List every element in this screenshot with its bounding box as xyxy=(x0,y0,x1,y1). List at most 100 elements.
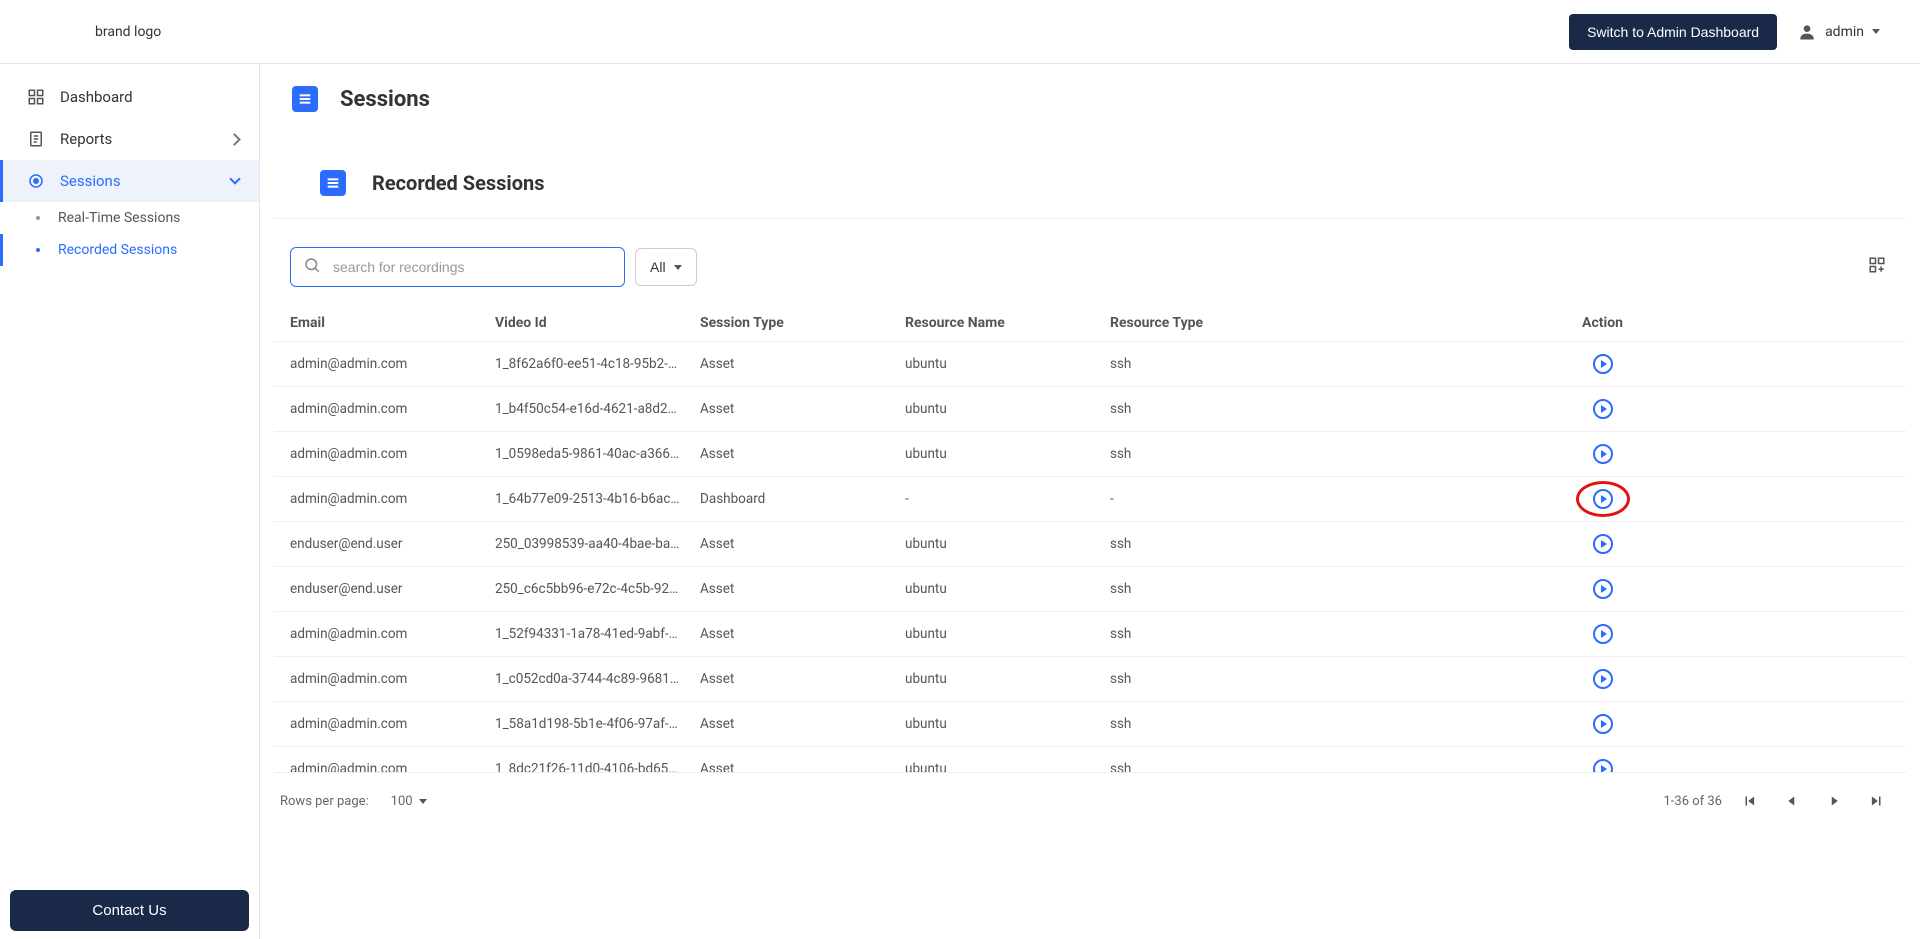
table-row: enduser@end.user250_c6c5bb96-e72c-4c5b-9… xyxy=(274,567,1906,612)
play-button[interactable] xyxy=(1593,489,1613,509)
chevron-down-icon xyxy=(231,172,239,190)
sidebar-subitem-recorded[interactable]: Recorded Sessions xyxy=(0,234,259,266)
table-row: enduser@end.user250_03998539-aa40-4bae-b… xyxy=(274,522,1906,567)
cell-action xyxy=(1315,444,1890,464)
cell-resource-type: ssh xyxy=(1110,716,1315,732)
table-header: Email Video Id Session Type Resource Nam… xyxy=(274,305,1906,342)
cell-email: admin@admin.com xyxy=(290,761,495,772)
page-title: Sessions xyxy=(340,87,430,112)
contact-us-button[interactable]: Contact Us xyxy=(10,890,249,931)
cell-action xyxy=(1315,534,1890,554)
pagination-last-button[interactable] xyxy=(1862,787,1890,815)
cell-session-type: Asset xyxy=(700,356,905,372)
cell-action xyxy=(1315,624,1890,644)
sidebar-subitem-label: Real-Time Sessions xyxy=(58,210,180,226)
table-row: admin@admin.com1_8f62a6f0-ee51-4c18-95b2… xyxy=(274,342,1906,387)
pagination-first-button[interactable] xyxy=(1736,787,1764,815)
cell-action xyxy=(1315,489,1890,509)
play-button[interactable] xyxy=(1593,759,1613,772)
section-header: Recorded Sessions xyxy=(274,148,1906,219)
cell-session-type: Asset xyxy=(700,536,905,552)
recorded-sessions-card: Recorded Sessions All xyxy=(274,148,1906,823)
topbar-right: Switch to Admin Dashboard admin xyxy=(1569,14,1880,50)
play-button[interactable] xyxy=(1593,624,1613,644)
pagination-next-button[interactable] xyxy=(1820,787,1848,815)
cell-email: admin@admin.com xyxy=(290,446,495,462)
cell-resource-name: ubuntu xyxy=(905,536,1110,552)
sessions-table: Email Video Id Session Type Resource Nam… xyxy=(274,305,1906,772)
th-email: Email xyxy=(290,315,495,331)
cell-resource-type: ssh xyxy=(1110,356,1315,372)
cell-resource-type: ssh xyxy=(1110,446,1315,462)
cell-resource-name: ubuntu xyxy=(905,581,1110,597)
sidebar-item-sessions[interactable]: Sessions xyxy=(0,160,259,202)
cell-email: admin@admin.com xyxy=(290,401,495,417)
sidebar-submenu-sessions: Real-Time Sessions Recorded Sessions xyxy=(0,202,259,266)
cell-email: admin@admin.com xyxy=(290,716,495,732)
caret-down-icon xyxy=(419,799,427,804)
cell-email: enduser@end.user xyxy=(290,581,495,597)
cell-email: admin@admin.com xyxy=(290,491,495,507)
cell-video-id: 1_58a1d198-5b1e-4f06-97af-8843... xyxy=(495,716,700,732)
play-button[interactable] xyxy=(1593,444,1613,464)
page-header: Sessions xyxy=(260,64,1920,134)
cell-video-id: 1_0598eda5-9861-40ac-a366-e6... xyxy=(495,446,700,462)
person-icon xyxy=(1797,22,1817,42)
table-row: admin@admin.com1_64b77e09-2513-4b16-b6ac… xyxy=(274,477,1906,522)
table-row: admin@admin.com1_58a1d198-5b1e-4f06-97af… xyxy=(274,702,1906,747)
play-button[interactable] xyxy=(1593,354,1613,374)
section-icon xyxy=(320,170,346,196)
th-session-type: Session Type xyxy=(700,315,905,331)
sidebar-item-dashboard[interactable]: Dashboard xyxy=(0,76,259,118)
user-menu[interactable]: admin xyxy=(1797,22,1880,42)
th-resource-type: Resource Type xyxy=(1110,315,1315,331)
cell-email: admin@admin.com xyxy=(290,626,495,642)
grid-view-button[interactable] xyxy=(1864,252,1890,282)
cell-resource-name: ubuntu xyxy=(905,401,1110,417)
sidebar-item-reports[interactable]: Reports xyxy=(0,118,259,160)
page-icon xyxy=(292,86,318,112)
filter-label: All xyxy=(650,259,666,275)
cell-video-id: 1_64b77e09-2513-4b16-b6ac-ede... xyxy=(495,491,700,507)
cell-resource-name: ubuntu xyxy=(905,626,1110,642)
sidebar: Dashboard Reports Sessions Real-Time Ses… xyxy=(0,64,260,939)
bullet-icon xyxy=(36,248,40,252)
cell-video-id: 1_8dc21f26-11d0-4106-bd65-4279... xyxy=(495,761,700,772)
play-button[interactable] xyxy=(1593,534,1613,554)
cell-session-type: Asset xyxy=(700,671,905,687)
cell-resource-type: ssh xyxy=(1110,536,1315,552)
cell-resource-name: - xyxy=(905,491,1110,507)
brand-logo: brand logo xyxy=(95,24,161,40)
cell-action xyxy=(1315,354,1890,374)
pagination: Rows per page: 100 1-36 of 36 xyxy=(274,772,1906,823)
cell-email: enduser@end.user xyxy=(290,536,495,552)
sidebar-subitem-realtime[interactable]: Real-Time Sessions xyxy=(0,202,259,234)
cell-resource-name: ubuntu xyxy=(905,446,1110,462)
play-button[interactable] xyxy=(1593,714,1613,734)
cell-resource-type: ssh xyxy=(1110,401,1315,417)
filter-dropdown[interactable]: All xyxy=(635,248,697,286)
cell-video-id: 250_03998539-aa40-4bae-bacf-... xyxy=(495,536,700,552)
caret-down-icon xyxy=(674,265,682,270)
rows-per-page-label: Rows per page: xyxy=(280,794,369,809)
main-content: Sessions Recorded Sessions xyxy=(260,64,1920,939)
search-input[interactable] xyxy=(333,259,612,275)
play-button[interactable] xyxy=(1593,669,1613,689)
document-icon xyxy=(26,130,46,148)
play-button[interactable] xyxy=(1593,399,1613,419)
cell-session-type: Asset xyxy=(700,716,905,732)
cell-action xyxy=(1315,669,1890,689)
rows-per-page-select[interactable]: 100 xyxy=(383,794,427,809)
cell-session-type: Asset xyxy=(700,446,905,462)
cell-session-type: Asset xyxy=(700,626,905,642)
section-title: Recorded Sessions xyxy=(372,171,544,195)
pagination-prev-button[interactable] xyxy=(1778,787,1806,815)
cell-email: admin@admin.com xyxy=(290,356,495,372)
search-box[interactable] xyxy=(290,247,625,287)
switch-admin-button[interactable]: Switch to Admin Dashboard xyxy=(1569,14,1777,50)
chevron-right-icon xyxy=(230,130,239,148)
cell-resource-type: - xyxy=(1110,491,1315,507)
play-button[interactable] xyxy=(1593,579,1613,599)
record-icon xyxy=(26,172,46,190)
cell-action xyxy=(1315,714,1890,734)
